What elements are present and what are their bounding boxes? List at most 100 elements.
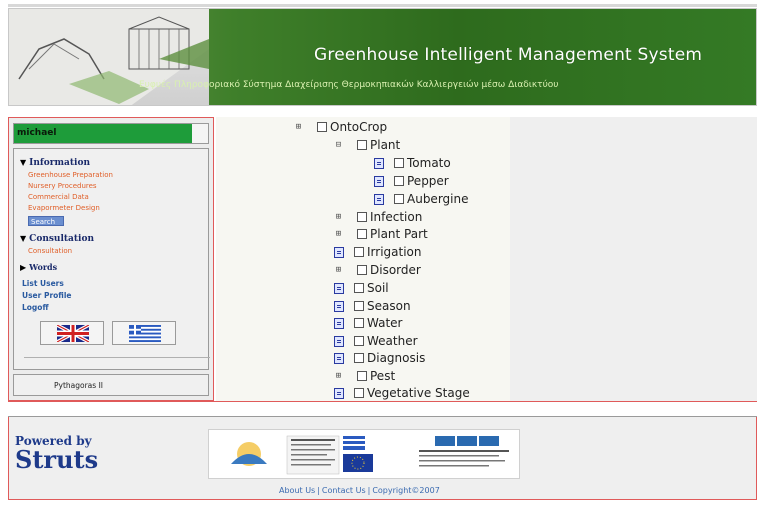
document-icon	[374, 193, 384, 205]
greenhouse-illustration	[9, 9, 209, 105]
tree-label: Diagnosis	[367, 351, 426, 365]
tree-checkbox[interactable]	[317, 122, 327, 132]
user-name: michael	[14, 124, 192, 143]
tree-label: OntoCrop	[330, 120, 388, 134]
tree-checkbox[interactable]	[357, 140, 367, 150]
tree-checkbox[interactable]	[357, 265, 367, 275]
divider	[24, 357, 210, 358]
tree-node[interactable]: Tomato	[374, 155, 451, 171]
tree-label: Vegetative Stage	[367, 386, 470, 400]
tree-node[interactable]: Water	[334, 315, 402, 331]
tree-checkbox[interactable]	[354, 388, 364, 398]
detail-panel	[510, 117, 757, 401]
tree-node[interactable]: ⊞ Plant Part	[334, 226, 428, 242]
contact-us-link[interactable]: Contact Us	[322, 486, 366, 495]
footer-links: About Us | Contact Us | Copyright©2007	[279, 486, 440, 495]
sidebar: michael ▼ Information Greenhouse Preparat…	[8, 117, 214, 401]
tree-node[interactable]: Soil	[334, 280, 389, 296]
tree-label: Soil	[367, 281, 389, 295]
tree-node[interactable]: ⊞ Pest	[334, 368, 395, 384]
section-words[interactable]: ▶ Words	[20, 262, 57, 272]
menu-link-nursery-procedures[interactable]: Nursery Procedures	[28, 182, 97, 190]
greek-flag-button[interactable]	[112, 321, 176, 345]
tree-label: Plant	[370, 138, 401, 152]
triangle-down-icon: ▼	[20, 233, 27, 243]
tree-checkbox[interactable]	[354, 247, 364, 257]
tree-node[interactable]: Pepper	[374, 173, 449, 189]
header-banner: Greenhouse Intelligent Management System…	[8, 8, 757, 106]
expand-icon[interactable]: ⊞	[334, 371, 343, 381]
tree-node[interactable]: Diagnosis	[334, 350, 425, 366]
ontology-tree: ⊞ OntoCrop ⊟ Plant Tomato Pepper Aubergi…	[216, 117, 510, 401]
tree-node-root[interactable]: ⊞ OntoCrop	[294, 119, 387, 135]
tree-label: Infection	[370, 210, 423, 224]
expand-icon[interactable]: ⊞	[294, 122, 303, 132]
tree-node[interactable]: Irrigation	[334, 244, 422, 260]
app-title: Greenhouse Intelligent Management System	[314, 45, 703, 65]
document-icon	[334, 352, 344, 364]
document-icon	[374, 175, 384, 187]
sponsor-logos	[208, 429, 520, 479]
tree-checkbox[interactable]	[357, 229, 367, 239]
document-icon	[334, 300, 344, 312]
menu-link-greenhouse-preparation[interactable]: Greenhouse Preparation	[28, 171, 113, 179]
english-flag-button[interactable]	[40, 321, 104, 345]
collapse-icon[interactable]: ⊟	[334, 140, 343, 150]
expand-icon[interactable]: ⊞	[334, 265, 343, 275]
tree-node[interactable]: Season	[334, 298, 411, 314]
menu-link-commercial-data[interactable]: Commercial Data	[28, 193, 89, 201]
tree-node[interactable]: Weather	[334, 333, 418, 349]
tree-checkbox[interactable]	[394, 194, 404, 204]
app-subtitle: Ευφυές Πληροφοριακό Σύστημα Διαχείρισης …	[139, 80, 559, 90]
tree-checkbox[interactable]	[357, 212, 367, 222]
user-profile-link[interactable]: User Profile	[22, 291, 72, 300]
tree-label: Irrigation	[367, 245, 422, 259]
copyright-link[interactable]: Copyright©2007	[372, 486, 439, 495]
tree-checkbox[interactable]	[354, 318, 364, 328]
logoff-link[interactable]: Logoff	[22, 303, 49, 312]
top-border	[8, 4, 757, 7]
tree-checkbox[interactable]	[354, 301, 364, 311]
tree-label: Plant Part	[370, 227, 428, 241]
document-icon	[334, 335, 344, 347]
document-icon	[374, 157, 384, 169]
menu-link-consultation[interactable]: Consultation	[28, 247, 72, 255]
triangle-down-icon: ▼	[20, 157, 27, 167]
document-icon	[334, 282, 344, 294]
tree-node[interactable]: Aubergine	[374, 191, 468, 207]
tree-label: Pepper	[407, 174, 449, 188]
pythagoras-label: Pythagoras II	[54, 381, 103, 390]
greece-flag-icon	[129, 325, 161, 342]
tree-label: Aubergine	[407, 192, 469, 206]
section-consultation[interactable]: ▼ Consultation	[20, 233, 94, 244]
tree-label: Weather	[367, 334, 418, 348]
tree-node[interactable]: ⊞ Infection	[334, 209, 423, 225]
separator: |	[317, 486, 320, 495]
tree-checkbox[interactable]	[354, 283, 364, 293]
menu-link-evapormeter-design[interactable]: Evapormeter Design	[28, 204, 100, 212]
expand-icon[interactable]: ⊞	[334, 229, 343, 239]
tree-checkbox[interactable]	[354, 353, 364, 363]
tree-checkbox[interactable]	[394, 158, 404, 168]
tree-label: Season	[367, 299, 411, 313]
struts-logo: Powered by Struts	[15, 434, 99, 474]
tree-label: Disorder	[370, 263, 421, 277]
expand-icon[interactable]: ⊞	[334, 212, 343, 222]
separator: |	[367, 486, 371, 495]
tree-checkbox[interactable]	[394, 176, 404, 186]
tree-node[interactable]: Vegetative Stage	[334, 385, 470, 401]
search-button[interactable]: Search	[28, 216, 64, 226]
tree-checkbox[interactable]	[357, 371, 367, 381]
tree-checkbox[interactable]	[354, 336, 364, 346]
footer: Powered by Struts About Us | Contact Us …	[8, 417, 757, 500]
section-information[interactable]: ▼ Information	[20, 157, 90, 168]
about-us-link[interactable]: About Us	[279, 486, 315, 495]
uk-flag-icon	[57, 325, 89, 342]
tree-label: Tomato	[407, 156, 451, 170]
document-icon	[334, 387, 344, 399]
list-users-link[interactable]: List Users	[22, 279, 64, 288]
tree-node[interactable]: ⊞ Disorder	[334, 262, 421, 278]
tree-node[interactable]: ⊟ Plant	[334, 137, 400, 153]
menu-box: ▼ Information Greenhouse Preparation Nurs…	[13, 148, 210, 370]
document-icon	[334, 317, 344, 329]
